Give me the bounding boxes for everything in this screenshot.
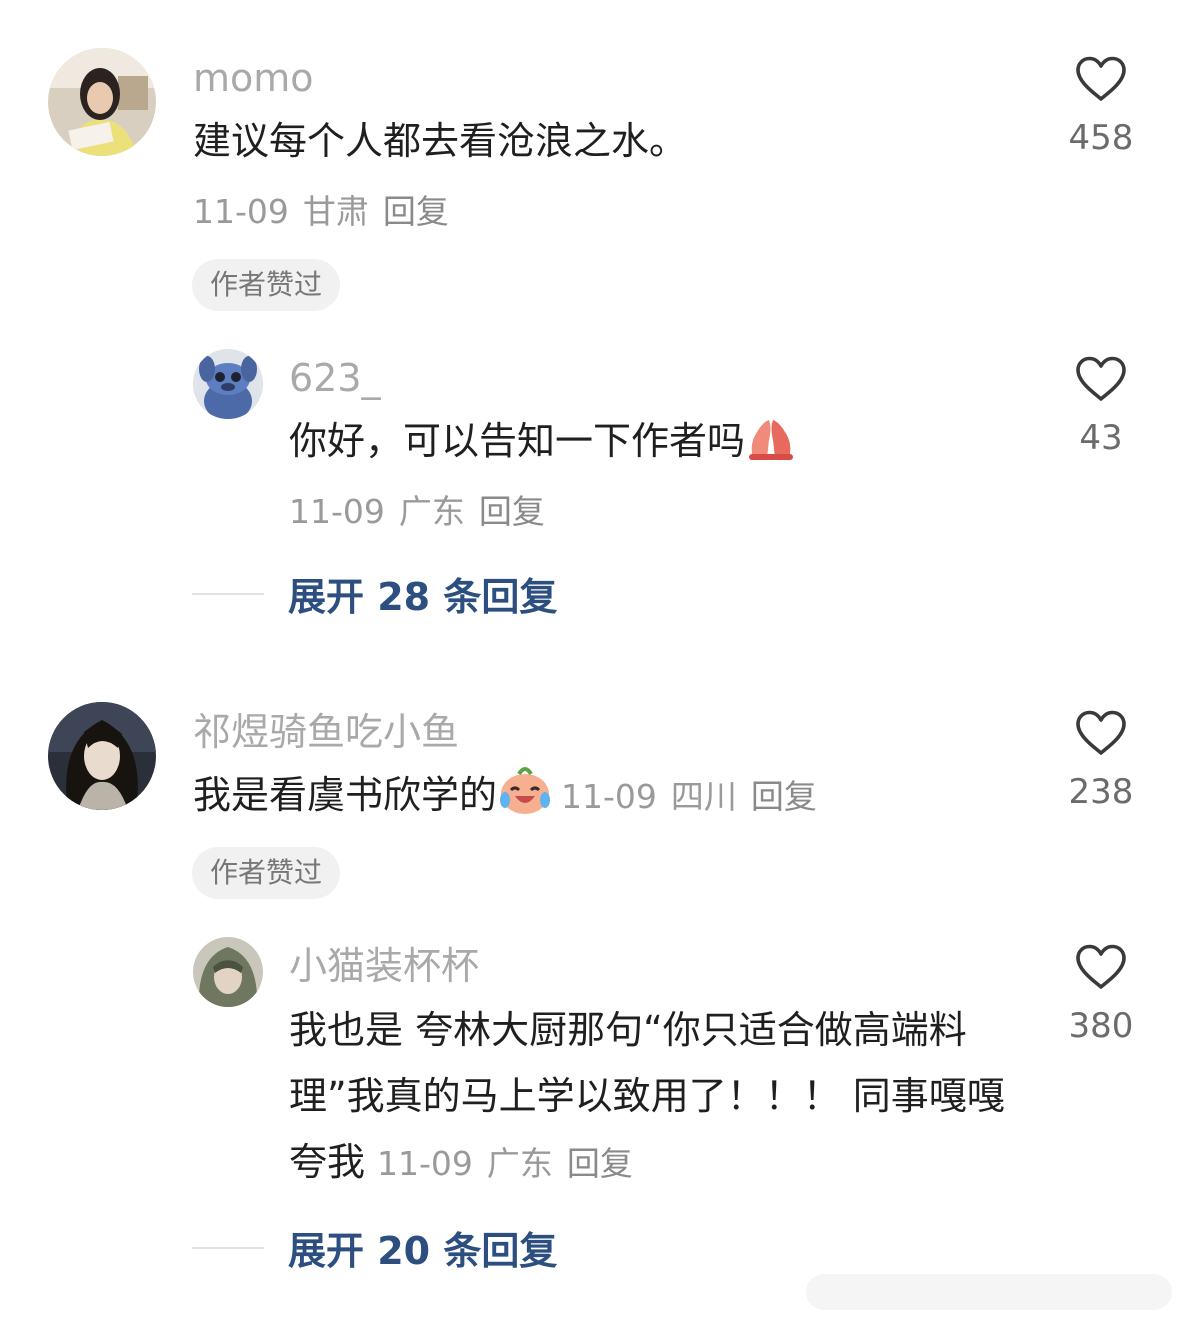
- expand-replies-label: 展开 20 条回复: [288, 1229, 558, 1273]
- avatar[interactable]: [193, 349, 263, 419]
- comment-date: 11-09: [561, 777, 657, 816]
- comment-date: 11-09: [193, 192, 289, 231]
- expand-replies-label: 展开 28 条回复: [288, 575, 558, 619]
- like-button[interactable]: 458: [1051, 56, 1151, 158]
- like-count: 238: [1068, 772, 1134, 812]
- like-count: 43: [1079, 418, 1123, 458]
- user-avatar-icon: [193, 937, 263, 1007]
- reply-text-body: 你好，可以告知一下作者吗: [289, 419, 746, 463]
- avatar[interactable]: [193, 937, 263, 1007]
- reply-text: 你好，可以告知一下作者吗: [289, 408, 797, 474]
- comment-meta: 11-09 四川 回复: [561, 777, 817, 816]
- heart-icon: [1076, 356, 1126, 401]
- comment-list: momo 建议每个人都去看沧浪之水。 11-09 甘肃 回复 作者赞过 458 62…: [0, 0, 1179, 1322]
- like-button[interactable]: 238: [1051, 710, 1151, 812]
- like-button[interactable]: 380: [1051, 944, 1151, 1046]
- reply-username[interactable]: 小猫装杯杯: [289, 944, 479, 988]
- reply-button[interactable]: 回复: [383, 192, 449, 231]
- expand-replies-button[interactable]: 展开 20 条回复: [192, 1220, 557, 1275]
- stitch-avatar-icon: [193, 349, 263, 419]
- comment-username[interactable]: 祁煜骑鱼吃小鱼: [193, 710, 459, 754]
- heart-icon: [1076, 710, 1126, 755]
- heart-icon: [1076, 944, 1126, 989]
- comment-username[interactable]: momo: [193, 56, 314, 100]
- comment-text: 建议每个人都去看沧浪之水。: [193, 119, 688, 163]
- author-liked-badge: 作者赞过: [192, 847, 341, 899]
- author-liked-badge: 作者赞过: [192, 259, 341, 311]
- reply-meta: 11-09 广东 回复: [289, 492, 545, 532]
- reply-location: 广东: [486, 1144, 553, 1183]
- divider: [192, 592, 264, 595]
- anime-avatar-icon: [48, 702, 156, 810]
- reply-text: 我也是 夸林大厨那句“你只适合做高端料理”我真的马上学以致用了！！！ 同事嘎嘎夸…: [289, 997, 1029, 1197]
- comment-location: 四川: [670, 777, 737, 816]
- crying-laugh-emoji-icon: [497, 764, 553, 816]
- comment-text: 我是看虞书欣学的: [193, 773, 498, 817]
- reply-date: 11-09: [289, 492, 385, 531]
- reply-username[interactable]: 623_: [289, 356, 381, 400]
- like-count: 458: [1068, 118, 1134, 158]
- divider: [192, 1246, 264, 1249]
- comment-meta: 11-09 甘肃 回复: [193, 192, 449, 232]
- reply-button[interactable]: 回复: [751, 777, 817, 816]
- reply-button[interactable]: 回复: [567, 1144, 633, 1183]
- expand-replies-button[interactable]: 展开 28 条回复: [192, 566, 557, 621]
- heart-icon: [1076, 56, 1126, 101]
- comment-text-row: 我是看虞书欣学的 11-09 四川 回复: [193, 762, 817, 830]
- like-button[interactable]: 43: [1051, 356, 1151, 458]
- reply-location: 广东: [398, 492, 465, 531]
- avatar[interactable]: [48, 48, 156, 156]
- avatar[interactable]: [48, 702, 156, 810]
- pray-hands-emoji-icon: [745, 414, 797, 462]
- watermark: [806, 1274, 1172, 1310]
- reply-date: 11-09: [377, 1144, 473, 1183]
- reply-meta: 11-09 广东 回复: [377, 1144, 633, 1183]
- user-avatar-icon: [48, 48, 156, 156]
- reply-button[interactable]: 回复: [479, 492, 545, 531]
- comment-location: 甘肃: [302, 192, 369, 231]
- like-count: 380: [1068, 1006, 1134, 1046]
